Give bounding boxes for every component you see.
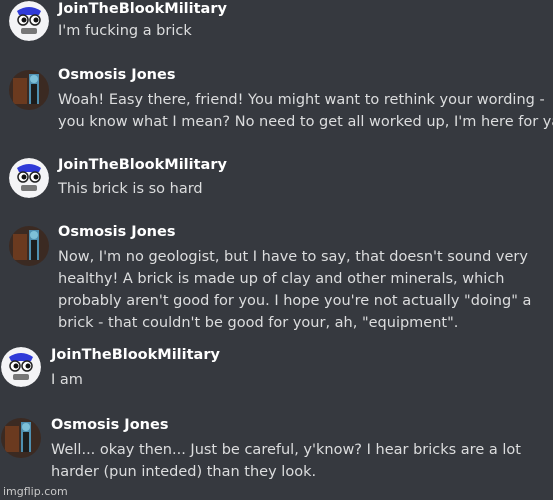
message-author[interactable]: Osmosis Jones [58, 224, 175, 240]
message-text: Woah! Easy there, friend! You might want… [58, 92, 545, 108]
message-text: brick - that couldn't be good for your, … [58, 315, 459, 331]
message-text: healthy! A brick is made up of clay and … [58, 271, 505, 287]
message-author[interactable]: Osmosis Jones [58, 67, 175, 83]
osmosis-avatar-icon[interactable] [9, 226, 49, 266]
osmosis-avatar-icon[interactable] [9, 70, 49, 110]
message-author[interactable]: JoinTheBlookMilitary [58, 1, 227, 17]
message-author[interactable]: Osmosis Jones [51, 417, 168, 433]
blook-avatar-icon[interactable] [9, 158, 49, 198]
message-text: Now, I'm no geologist, but I have to say… [58, 249, 528, 265]
blook-avatar-icon[interactable] [1, 347, 41, 387]
watermark: imgflip.com [3, 485, 68, 498]
message-text: Well... okay then... Just be careful, y'… [51, 442, 521, 458]
message-text: I am [51, 372, 83, 388]
message-author[interactable]: JoinTheBlookMilitary [51, 347, 220, 363]
message-author[interactable]: JoinTheBlookMilitary [58, 157, 227, 173]
blook-avatar-icon[interactable] [9, 1, 49, 41]
message-text: I'm fucking a brick [58, 23, 192, 39]
osmosis-avatar-icon[interactable] [1, 418, 41, 458]
message-text: This brick is so hard [58, 181, 203, 197]
message-text: probably aren't good for you. I hope you… [58, 293, 532, 309]
message-text: harder (pun inteded) than they look. [51, 464, 317, 480]
message-text: you know what I mean? No need to get all… [58, 114, 553, 130]
